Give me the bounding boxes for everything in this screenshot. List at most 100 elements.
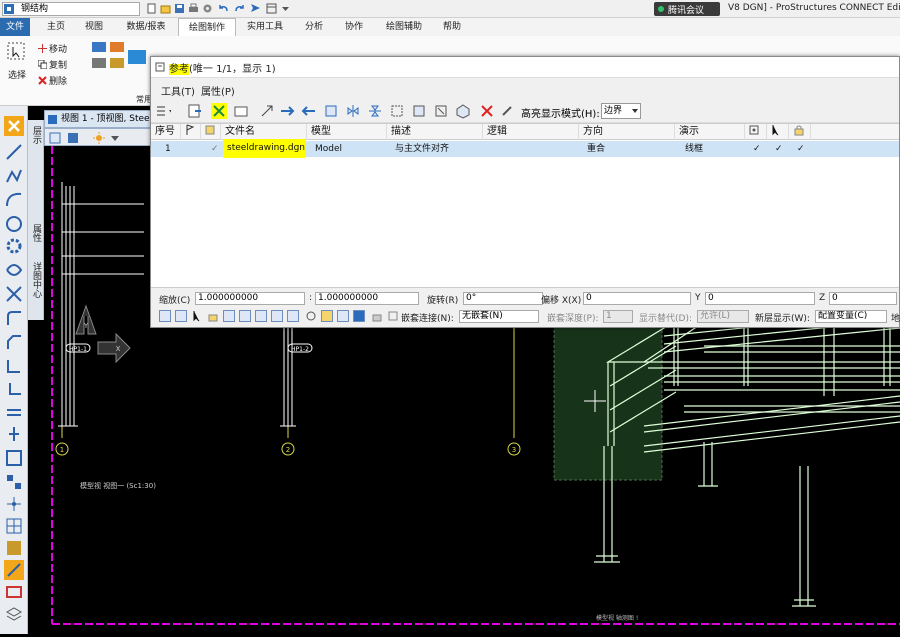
tab-collaborate[interactable]: 协作	[336, 18, 372, 36]
menu-properties[interactable]: 属性(P)	[201, 83, 235, 98]
array-tool-icon[interactable]	[4, 472, 24, 492]
circle-tool-icon[interactable]	[4, 214, 24, 234]
layers-tool-icon[interactable]	[4, 604, 24, 624]
dialog-title-bar[interactable]: 参考(唯一 1/1，显示 1)	[151, 57, 899, 78]
scale-lines-toggle-icon[interactable]	[223, 310, 235, 322]
line-tool-icon[interactable]	[4, 142, 24, 162]
nest-select[interactable]: 无嵌套(N)	[459, 310, 539, 323]
select-button-label[interactable]: 选择	[8, 68, 26, 81]
reload-reference-icon[interactable]	[233, 103, 249, 119]
window-icon[interactable]	[266, 3, 277, 14]
offset-y-input[interactable]: 0	[705, 292, 815, 305]
workspace-combo[interactable]: 钢结构	[2, 2, 140, 16]
redo-icon[interactable]	[234, 3, 245, 14]
meeting-badge[interactable]: 腾讯会议	[654, 2, 720, 16]
corner-tool-icon[interactable]	[4, 380, 24, 400]
clip-toggle-icon[interactable]	[255, 310, 267, 322]
col-description[interactable]: 描述	[387, 124, 483, 140]
lock-toggle-icon[interactable]	[207, 310, 219, 322]
col-orientation[interactable]: 方向	[579, 124, 675, 140]
nest-icon[interactable]	[387, 310, 399, 322]
tab-drawing-production[interactable]: 绘图制作	[178, 18, 236, 36]
settings-icon[interactable]	[202, 3, 213, 14]
ribbon-tools-icon[interactable]	[92, 42, 152, 82]
tab-data-report[interactable]: 数据/报表	[118, 18, 174, 36]
fillet-tool-icon[interactable]	[4, 308, 24, 328]
new-level-select[interactable]: 配置变量(C)	[815, 310, 887, 323]
tab-utilities[interactable]: 实用工具	[240, 18, 290, 36]
list-view-icon[interactable]	[155, 103, 171, 119]
print-icon[interactable]	[188, 3, 199, 14]
tab-view[interactable]: 视图	[76, 18, 112, 36]
undo-icon[interactable]	[218, 3, 229, 14]
col-model[interactable]: 模型	[307, 124, 387, 140]
hilite-icon[interactable]	[499, 103, 515, 119]
tab-analysis[interactable]: 分析	[296, 18, 332, 36]
move-button[interactable]: 移动	[38, 42, 67, 55]
clip-mask-icon[interactable]	[411, 103, 427, 119]
parallel-tool-icon[interactable]	[4, 402, 24, 422]
delete-button[interactable]: 删除	[38, 74, 67, 87]
col-presentation[interactable]: 演示	[675, 124, 745, 140]
tab-level-display[interactable]: 层示	[30, 126, 42, 144]
trim-tool-icon[interactable]	[4, 284, 24, 304]
offset-z-input[interactable]: 0	[829, 292, 897, 305]
view-layout-icon[interactable]	[67, 132, 79, 144]
clip-delete-icon[interactable]	[433, 103, 449, 119]
tab-help[interactable]: 帮助	[434, 18, 470, 36]
col-logic[interactable]: 逻辑	[483, 124, 579, 140]
mirror-v-icon[interactable]	[367, 103, 383, 119]
select-icon[interactable]	[7, 42, 25, 60]
open-folder-icon[interactable]	[160, 3, 171, 14]
scale-input-2[interactable]: 1.000000000	[315, 292, 419, 305]
offset-x-input[interactable]: 0	[583, 292, 691, 305]
col-filename[interactable]: 文件名	[221, 124, 307, 140]
color-toggle-icon[interactable]	[287, 310, 299, 322]
view-window-icon[interactable]	[49, 132, 61, 144]
send-icon[interactable]	[250, 3, 261, 14]
polyline-tool-icon[interactable]	[4, 166, 24, 186]
locate-toggle-icon[interactable]	[191, 310, 203, 322]
clip-boundary-icon[interactable]	[389, 103, 405, 119]
move-reference-icon[interactable]	[259, 103, 275, 119]
true-scale-toggle-icon[interactable]	[239, 310, 251, 322]
display-toggle-icon[interactable]	[159, 310, 171, 322]
menu-tools[interactable]: 工具(T)	[161, 83, 195, 98]
arc-tool-icon[interactable]	[4, 190, 24, 210]
close-tool-icon[interactable]	[4, 116, 24, 136]
snap-toggle-icon[interactable]	[175, 310, 187, 322]
nest-depth-input[interactable]: 1	[603, 310, 633, 323]
break-tool-icon[interactable]	[4, 424, 24, 444]
treat-as-element-icon[interactable]	[305, 310, 317, 322]
mirror-h-icon[interactable]	[345, 103, 361, 119]
rotate-reference-icon[interactable]	[323, 103, 339, 119]
tab-drawing-aids[interactable]: 绘图辅助	[380, 18, 428, 36]
col-display[interactable]	[201, 124, 221, 140]
view-sun-icon[interactable]	[93, 132, 105, 144]
row-locate-flag[interactable]: ✓	[771, 141, 783, 157]
gear-tool-icon[interactable]	[4, 236, 24, 256]
copy-button[interactable]: 复制	[38, 58, 67, 71]
save-icon[interactable]	[174, 3, 185, 14]
scale-input-1[interactable]: 1.000000000	[195, 292, 305, 305]
point-tool-icon[interactable]	[4, 494, 24, 514]
display-override-select[interactable]: 允许(L)	[697, 310, 749, 323]
table-row[interactable]: 1 ✓ steeldrawing.dgn Model 与主文件对齐 重合 线框 …	[151, 139, 899, 158]
set-presentation-icon[interactable]	[455, 103, 471, 119]
col-locate[interactable]	[767, 124, 789, 140]
scale-reference-icon[interactable]	[301, 103, 317, 119]
view-title-bar[interactable]: 视图 1 - 顶视图, Steel	[44, 110, 154, 128]
col-flag[interactable]	[181, 124, 201, 140]
text-toggle-icon[interactable]	[337, 310, 349, 322]
tab-detail-center[interactable]: 详图中心	[30, 262, 42, 298]
detach-reference-icon[interactable]	[211, 103, 227, 119]
remove-reference-icon[interactable]	[479, 103, 495, 119]
tab-file[interactable]: 文件	[0, 18, 30, 36]
view-dropdown-icon[interactable]	[109, 132, 121, 144]
hatch-tool-icon[interactable]	[4, 538, 24, 558]
font-toggle-icon[interactable]	[353, 310, 365, 322]
highlight-mode-select[interactable]: 边界	[601, 103, 641, 119]
tab-properties-panel[interactable]: 属性	[30, 224, 42, 242]
qat-dropdown-icon[interactable]	[280, 3, 291, 14]
level-override-toggle-icon[interactable]	[271, 310, 283, 322]
